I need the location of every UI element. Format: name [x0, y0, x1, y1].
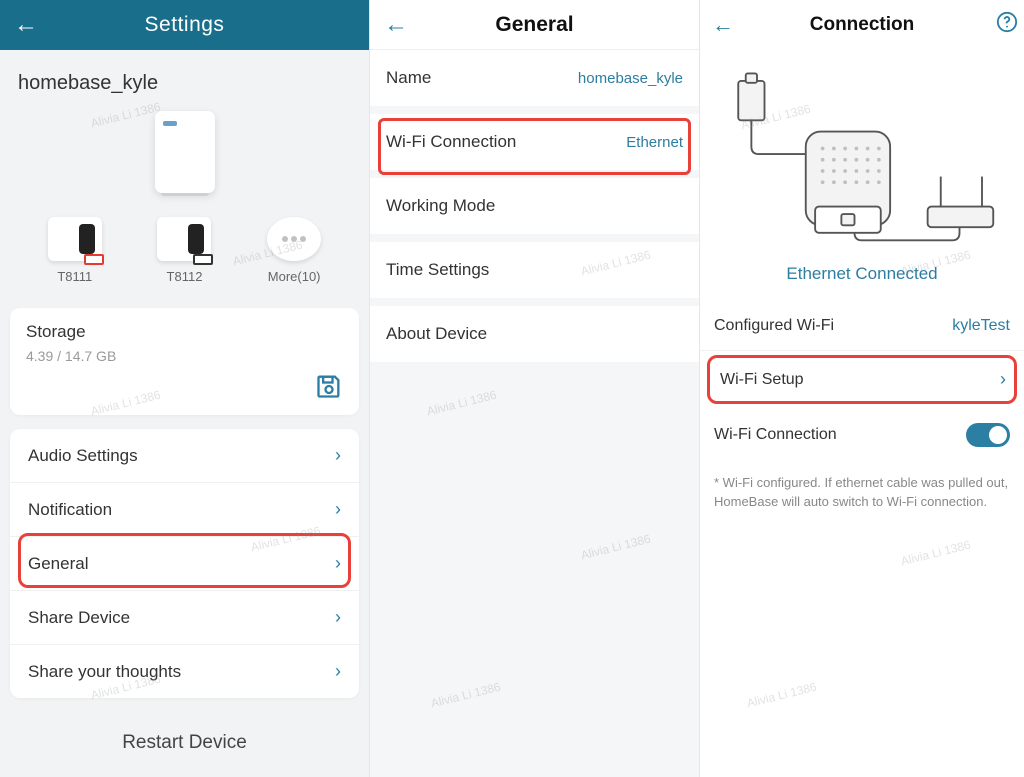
- device-t8112[interactable]: T8112: [157, 217, 211, 284]
- row-label: Wi-Fi Setup: [720, 371, 804, 389]
- connection-title: Connection: [810, 14, 915, 36]
- device-label: More(10): [268, 269, 321, 284]
- settings-title: Settings: [145, 13, 225, 37]
- connection-screen: ← Connection: [700, 0, 1024, 777]
- help-icon[interactable]: [996, 11, 1018, 39]
- menu-label: Share Device: [28, 608, 130, 628]
- watermark: Alivia Li 1386: [899, 538, 972, 569]
- watermark: Alivia Li 1386: [745, 680, 818, 711]
- device-label: T8112: [167, 269, 203, 284]
- connection-status: Ethernet Connected: [700, 264, 1024, 284]
- save-icon: [26, 372, 343, 405]
- connection-illustration: [700, 50, 1024, 260]
- row-configured-wifi[interactable]: Configured Wi-Fi kyleTest: [700, 302, 1024, 351]
- back-arrow-icon[interactable]: ←: [384, 11, 408, 39]
- wifi-toggle[interactable]: [966, 423, 1010, 447]
- connection-header: ← Connection: [700, 0, 1024, 50]
- row-about-device[interactable]: About Device: [370, 306, 699, 362]
- wifi-note: * Wi-Fi configured. If ethernet cable wa…: [700, 462, 1024, 512]
- row-label: Wi-Fi Connection: [714, 426, 837, 444]
- device-t8111[interactable]: T8111: [48, 217, 102, 284]
- settings-screen: ← Settings homebase_kyle T8111 T8112 Mor…: [0, 0, 370, 777]
- chevron-right-icon: ›: [335, 499, 341, 520]
- watermark: Alivia Li 1386: [579, 532, 652, 563]
- menu-label: Share your thoughts: [28, 662, 181, 682]
- row-wifi-connection[interactable]: Wi-Fi Connection Ethernet: [370, 114, 699, 170]
- row-value: Ethernet: [626, 134, 683, 151]
- menu-notification[interactable]: Notification ›: [10, 482, 359, 536]
- back-arrow-icon[interactable]: ←: [14, 11, 38, 39]
- back-arrow-icon[interactable]: ←: [712, 12, 734, 38]
- row-working-mode[interactable]: Working Mode: [370, 178, 699, 234]
- row-name[interactable]: Name homebase_kyle: [370, 50, 699, 106]
- settings-menu: Audio Settings › Notification › General …: [10, 429, 359, 698]
- chevron-right-icon: ›: [1000, 369, 1006, 390]
- menu-share-thoughts[interactable]: Share your thoughts ›: [10, 644, 359, 698]
- menu-audio-settings[interactable]: Audio Settings ›: [10, 429, 359, 482]
- restart-device-button[interactable]: Restart Device: [0, 712, 369, 774]
- device-name: homebase_kyle: [0, 50, 369, 105]
- device-label: T8111: [57, 269, 92, 284]
- chevron-right-icon: ›: [335, 661, 341, 682]
- row-value: homebase_kyle: [578, 70, 683, 87]
- menu-label: Audio Settings: [28, 446, 138, 466]
- row-label: Configured Wi-Fi: [714, 317, 834, 335]
- row-value: kyleTest: [952, 317, 1010, 335]
- row-label: Time Settings: [386, 260, 489, 280]
- settings-header: ← Settings: [0, 0, 369, 50]
- device-row: T8111 T8112 More(10): [0, 207, 369, 308]
- chevron-right-icon: ›: [335, 445, 341, 466]
- chevron-right-icon: ›: [335, 553, 341, 574]
- row-label: Wi-Fi Connection: [386, 132, 516, 152]
- menu-general[interactable]: General ›: [10, 536, 359, 590]
- homebase-icon: [155, 111, 215, 193]
- storage-card[interactable]: Storage 4.39 / 14.7 GB: [10, 308, 359, 415]
- watermark: Alivia Li 1386: [429, 680, 502, 711]
- general-title: General: [495, 13, 573, 37]
- storage-title: Storage: [26, 322, 343, 342]
- row-wifi-connection-toggle: Wi-Fi Connection: [700, 408, 1024, 462]
- menu-label: Notification: [28, 500, 112, 520]
- storage-value: 4.39 / 14.7 GB: [26, 348, 343, 364]
- menu-share-device[interactable]: Share Device ›: [10, 590, 359, 644]
- row-label: Name: [386, 68, 431, 88]
- general-screen: ← General Name homebase_kyle Wi-Fi Conne…: [370, 0, 700, 777]
- menu-label: General: [28, 554, 88, 574]
- row-label: About Device: [386, 324, 487, 344]
- row-label: Working Mode: [386, 196, 495, 216]
- watermark: Alivia Li 1386: [425, 388, 498, 419]
- device-more[interactable]: More(10): [267, 217, 321, 284]
- more-icon: [267, 217, 321, 261]
- row-wifi-setup[interactable]: Wi-Fi Setup ›: [707, 355, 1017, 404]
- homebase-illustration: [0, 105, 369, 207]
- general-header: ← General: [370, 0, 699, 50]
- camera-icon: [157, 217, 211, 261]
- chevron-right-icon: ›: [335, 607, 341, 628]
- row-time-settings[interactable]: Time Settings: [370, 242, 699, 298]
- camera-icon: [48, 217, 102, 261]
